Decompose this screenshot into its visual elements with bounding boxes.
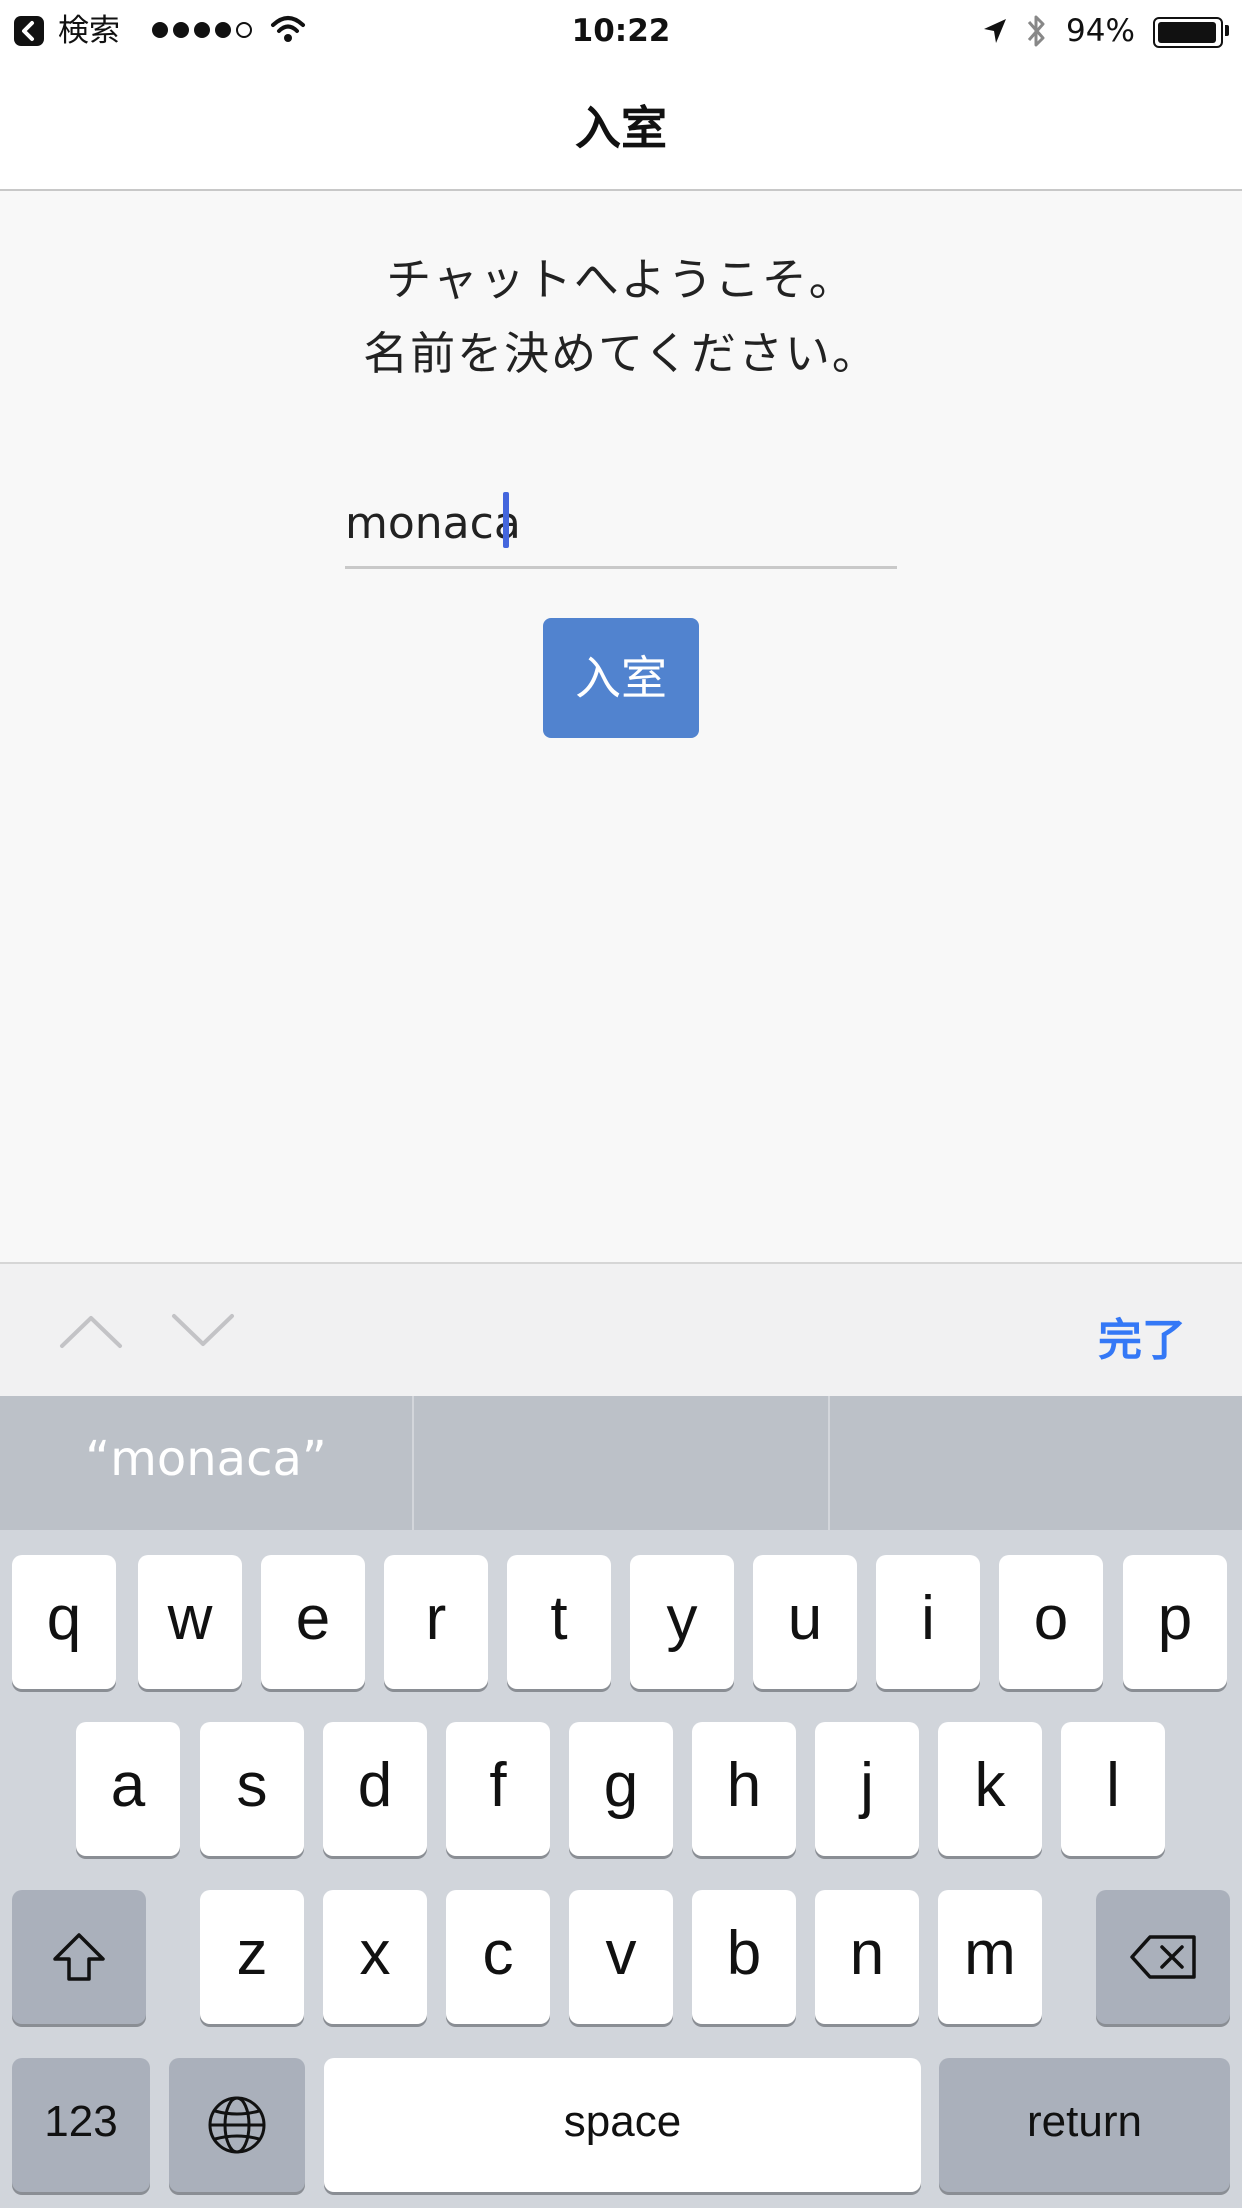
key-i[interactable]: i [876, 1555, 980, 1689]
key-p[interactable]: p [1123, 1555, 1227, 1689]
key-a[interactable]: a [76, 1722, 180, 1856]
key-l[interactable]: l [1061, 1722, 1165, 1856]
suggestion-2[interactable] [414, 1396, 828, 1530]
key-v[interactable]: v [569, 1890, 673, 2024]
space-key[interactable]: space [324, 2058, 921, 2192]
suggestion-3[interactable] [830, 1396, 1242, 1530]
globe-key[interactable] [169, 2058, 305, 2192]
welcome-line-2: 名前を決めてください。 [363, 327, 879, 380]
delete-key[interactable] [1096, 1890, 1230, 2024]
shift-icon [53, 1933, 105, 1981]
key-k[interactable]: k [938, 1722, 1042, 1856]
battery-icon [1153, 17, 1223, 48]
key-e[interactable]: e [261, 1555, 365, 1689]
key-b[interactable]: b [692, 1890, 796, 2024]
welcome-line-1: チャットへようこそ。 [386, 253, 856, 306]
suggestion-1[interactable]: “monaca” [0, 1396, 412, 1530]
chevron-down-icon[interactable] [170, 1312, 236, 1350]
keyboard: q w e r t y u i o p a s d f g h j k l z … [0, 1530, 1242, 2208]
key-c[interactable]: c [446, 1890, 550, 2024]
key-f[interactable]: f [446, 1722, 550, 1856]
clock: 10:22 [571, 13, 671, 49]
return-key[interactable]: return [939, 2058, 1230, 2192]
globe-icon [208, 2096, 266, 2154]
key-o[interactable]: o [999, 1555, 1103, 1689]
navigation-bar: 入室 [0, 62, 1242, 191]
key-h[interactable]: h [692, 1722, 796, 1856]
key-n[interactable]: n [815, 1890, 919, 2024]
text-caret [503, 492, 509, 548]
key-r[interactable]: r [384, 1555, 488, 1689]
location-arrow-icon [984, 19, 1006, 43]
page-title: 入室 [575, 101, 667, 155]
key-y[interactable]: y [630, 1555, 734, 1689]
key-q[interactable]: q [12, 1555, 116, 1689]
chevron-up-icon[interactable] [58, 1312, 124, 1350]
key-u[interactable]: u [753, 1555, 857, 1689]
done-button[interactable]: 完了 [1098, 1304, 1186, 1368]
shift-key[interactable] [12, 1890, 146, 2024]
key-j[interactable]: j [815, 1722, 919, 1856]
name-input[interactable] [345, 480, 897, 569]
predictive-bar: “monaca” [0, 1396, 1242, 1530]
keyboard-accessory-bar: 完了 [0, 1262, 1242, 1398]
enter-room-button[interactable]: 入室 [543, 618, 699, 738]
key-s[interactable]: s [200, 1722, 304, 1856]
key-w[interactable]: w [138, 1555, 242, 1689]
status-bar: 検索 10:22 94% [0, 0, 1242, 62]
welcome-message: チャットへようこそ。 名前を決めてください。 [0, 243, 1242, 391]
bluetooth-icon [1027, 15, 1045, 47]
delete-icon [1130, 1935, 1196, 1979]
battery-percent: 94% [1066, 13, 1135, 49]
key-t[interactable]: t [507, 1555, 611, 1689]
numbers-key[interactable]: 123 [12, 2058, 150, 2192]
key-g[interactable]: g [569, 1722, 673, 1856]
battery-cap [1225, 25, 1229, 36]
key-d[interactable]: d [323, 1722, 427, 1856]
key-x[interactable]: x [323, 1890, 427, 2024]
key-m[interactable]: m [938, 1890, 1042, 2024]
key-z[interactable]: z [200, 1890, 304, 2024]
